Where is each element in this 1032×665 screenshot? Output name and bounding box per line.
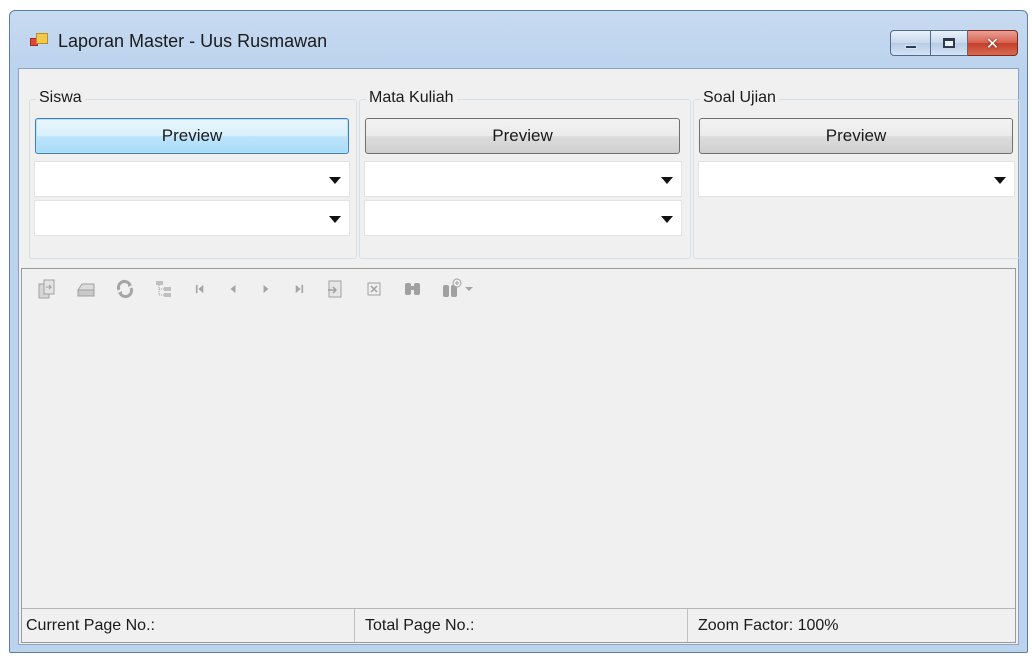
next-page-icon[interactable] xyxy=(257,277,275,301)
minimize-button[interactable] xyxy=(890,30,931,56)
client-area: Siswa Preview Mata Kuliah Preview Soal U… xyxy=(18,68,1020,645)
close-button[interactable]: ✕ xyxy=(968,30,1018,56)
caption-buttons: ✕ xyxy=(890,30,1018,56)
title-bar[interactable]: Laporan Master - Uus Rusmawan ✕ xyxy=(10,11,1027,67)
window-title: Laporan Master - Uus Rusmawan xyxy=(58,31,328,51)
group-label-mata-kuliah: Mata Kuliah xyxy=(366,89,457,107)
report-window: Laporan Master - Uus Rusmawan ✕ Siswa Pr… xyxy=(9,10,1028,653)
maximize-icon xyxy=(943,38,955,48)
current-page-status: Current Page No.: xyxy=(22,609,355,642)
group-soal-ujian: Soal Ujian Preview xyxy=(693,89,1020,259)
previous-page-icon[interactable] xyxy=(224,277,242,301)
refresh-icon[interactable] xyxy=(113,277,137,301)
chevron-down-icon xyxy=(994,177,1006,184)
export-icon[interactable] xyxy=(35,277,59,301)
status-bar: Current Page No.: Total Page No.: Zoom F… xyxy=(22,608,1015,642)
viewer-toolbar xyxy=(22,269,1015,309)
close-view-icon[interactable] xyxy=(362,277,386,301)
minimize-icon xyxy=(904,45,917,49)
chevron-down-icon xyxy=(329,177,341,184)
app-icon xyxy=(30,33,48,49)
chevron-down-icon xyxy=(465,287,473,291)
chevron-down-icon xyxy=(661,216,673,223)
siswa-combo-1[interactable] xyxy=(34,161,350,197)
group-tree-icon[interactable] xyxy=(152,277,176,301)
siswa-preview-button[interactable]: Preview xyxy=(35,118,349,154)
group-siswa: Siswa Preview xyxy=(29,89,357,259)
mata-kuliah-combo-1[interactable] xyxy=(364,161,682,197)
print-icon[interactable] xyxy=(74,277,98,301)
siswa-combo-2[interactable] xyxy=(34,200,350,236)
chevron-down-icon xyxy=(661,177,673,184)
chevron-down-icon xyxy=(329,216,341,223)
crystal-report-viewer[interactable]: Current Page No.: Total Page No.: Zoom F… xyxy=(21,268,1016,643)
group-label-soal-ujian: Soal Ujian xyxy=(700,89,779,107)
zoom-factor-status: Zoom Factor: 100% xyxy=(698,616,839,634)
soal-ujian-combo-1[interactable] xyxy=(698,161,1015,197)
first-page-icon[interactable] xyxy=(191,277,209,301)
mata-kuliah-combo-2[interactable] xyxy=(364,200,682,236)
mata-kuliah-preview-button[interactable]: Preview xyxy=(365,118,680,154)
find-icon[interactable] xyxy=(401,277,425,301)
close-icon: ✕ xyxy=(985,33,1000,53)
soal-ujian-preview-button[interactable]: Preview xyxy=(699,118,1013,154)
total-page-status: Total Page No.: xyxy=(355,609,688,642)
group-label-siswa: Siswa xyxy=(36,89,85,107)
zoom-icon[interactable] xyxy=(440,277,473,301)
goto-page-icon[interactable] xyxy=(323,277,347,301)
maximize-button[interactable] xyxy=(931,30,968,56)
last-page-icon[interactable] xyxy=(290,277,308,301)
group-mata-kuliah: Mata Kuliah Preview xyxy=(359,89,691,259)
